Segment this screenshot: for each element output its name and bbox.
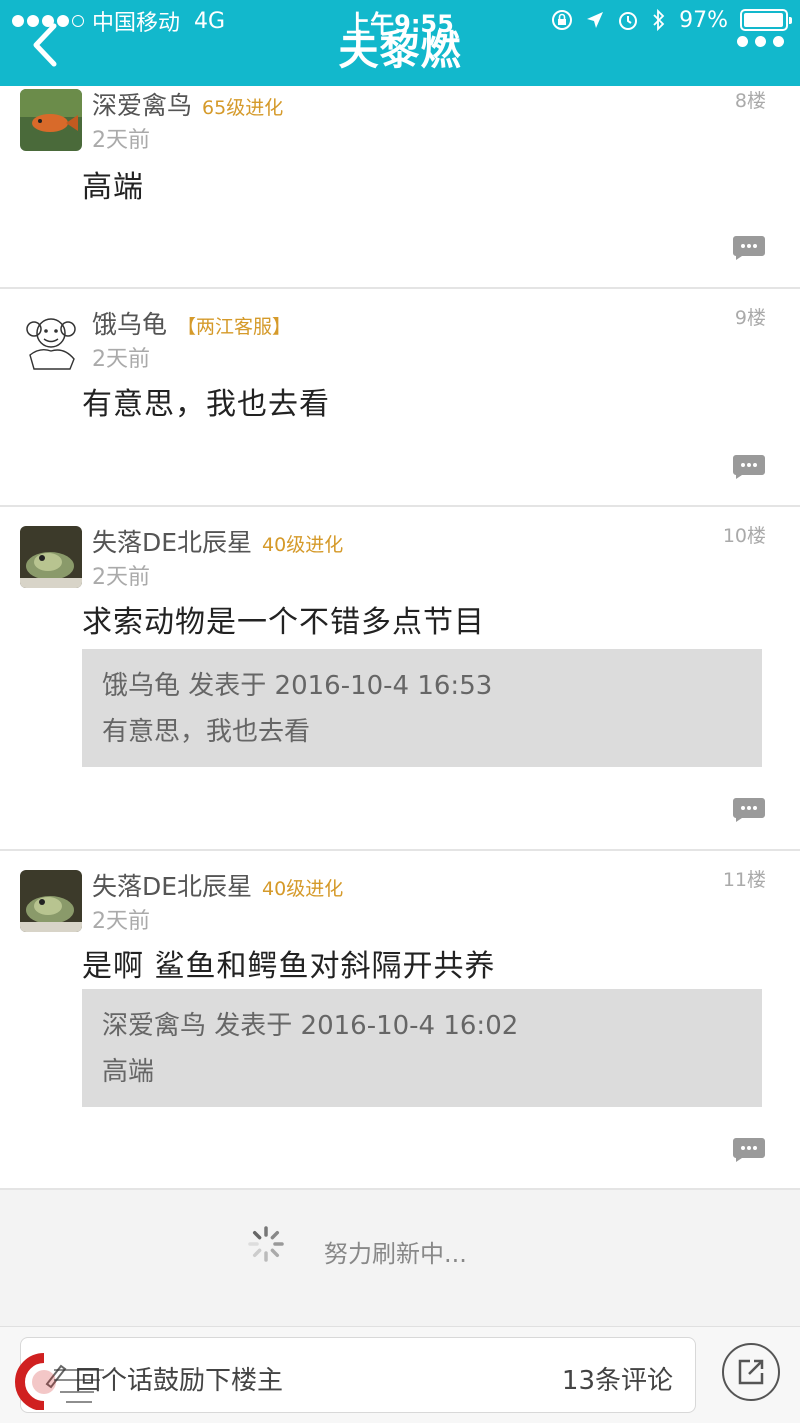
quote-text: 有意思，我也去看: [102, 717, 311, 747]
back-chevron-icon[interactable]: [26, 20, 62, 70]
post-content: 有意思，我也去看: [82, 387, 330, 422]
comment-icon[interactable]: [732, 234, 766, 260]
avatar[interactable]: [20, 526, 82, 588]
quote-meta: 深爱禽鸟 发表于 2016-10-4 16:02: [102, 1011, 519, 1041]
post-time: 2天前: [92, 909, 150, 934]
floor-number: 9楼: [734, 307, 766, 329]
username[interactable]: 深爱禽鸟 65级进化: [92, 86, 283, 122]
post-content: 高端: [82, 170, 144, 205]
quoted-reply: 深爱禽鸟 发表于 2016-10-4 16:02 高端: [82, 989, 762, 1107]
watermark-logo: [15, 1353, 104, 1410]
top-navigation-bar: 中国移动 4G 上午9:55 夫黎燃 97%: [0, 0, 800, 86]
share-button[interactable]: [722, 1343, 780, 1401]
avatar[interactable]: [20, 870, 82, 932]
spinner-icon: [248, 1226, 284, 1262]
post-floor-8: 深爱禽鸟 65级进化 8楼 2天前 高端: [0, 86, 800, 289]
share-icon: [738, 1359, 764, 1385]
avatar[interactable]: [20, 309, 82, 371]
battery-fill: [744, 13, 783, 27]
alarm-icon: [619, 12, 638, 30]
orientation-lock-icon: [552, 10, 573, 30]
comment-count[interactable]: 13条评论: [562, 1360, 673, 1397]
floor-number: 10楼: [722, 525, 766, 547]
username-text: 深爱禽鸟: [92, 91, 193, 120]
user-level-badge: 65级进化: [202, 97, 284, 119]
post-content: 是啊 鲨鱼和鳄鱼对斜隔开共养: [82, 949, 496, 984]
comment-icon[interactable]: [732, 453, 766, 479]
floor-number: 11楼: [722, 869, 766, 891]
loading-indicator: 努力刷新中...: [0, 1190, 800, 1326]
user-level-badge: 40级进化: [262, 534, 344, 556]
location-icon: [587, 12, 604, 28]
post-time: 2天前: [92, 128, 150, 153]
user-level-badge: 40级进化: [262, 878, 344, 900]
user-role-badge: 【两江客服】: [177, 316, 292, 338]
post-content: 求索动物是一个不错多点节目: [82, 605, 485, 640]
battery-icon: [740, 9, 792, 31]
post-floor-10: 失落DE北辰星 40级进化 10楼 2天前 求索动物是一个不错多点节目 饿乌龟 发…: [0, 507, 800, 851]
username-text: 失落DE北辰星: [92, 528, 253, 557]
avatar[interactable]: [20, 89, 82, 151]
quote-meta: 饿乌龟 发表于 2016-10-4 16:53: [102, 671, 493, 701]
status-bar-right: 97%: [551, 6, 792, 34]
reply-input[interactable]: 回个话鼓励下楼主 13条评论: [20, 1337, 696, 1413]
bluetooth-icon: [653, 8, 665, 32]
bottom-reply-bar: 回个话鼓励下楼主 13条评论: [0, 1326, 800, 1423]
post-time: 2天前: [92, 565, 150, 590]
username[interactable]: 失落DE北辰星 40级进化: [92, 867, 343, 903]
loading-text: 努力刷新中...: [324, 1240, 467, 1268]
username[interactable]: 失落DE北辰星 40级进化: [92, 523, 343, 559]
username-text: 失落DE北辰星: [92, 872, 253, 901]
post-time: 2天前: [92, 347, 150, 372]
comment-icon[interactable]: [732, 1136, 766, 1162]
post-floor-11: 失落DE北辰星 40级进化 11楼 2天前 是啊 鲨鱼和鳄鱼对斜隔开共养 深爱禽鸟…: [0, 851, 800, 1190]
battery-percentage: 97%: [679, 7, 728, 33]
floor-number: 8楼: [734, 90, 766, 112]
username[interactable]: 饿乌龟 【两江客服】: [92, 305, 291, 341]
username-text: 饿乌龟: [92, 310, 168, 339]
quoted-reply: 饿乌龟 发表于 2016-10-4 16:53 有意思，我也去看: [82, 649, 762, 767]
comment-icon[interactable]: [732, 796, 766, 822]
quote-text: 高端: [102, 1057, 155, 1087]
more-options-button[interactable]: [737, 36, 784, 47]
post-floor-9: 饿乌龟 【两江客服】 9楼 2天前 有意思，我也去看: [0, 289, 800, 507]
